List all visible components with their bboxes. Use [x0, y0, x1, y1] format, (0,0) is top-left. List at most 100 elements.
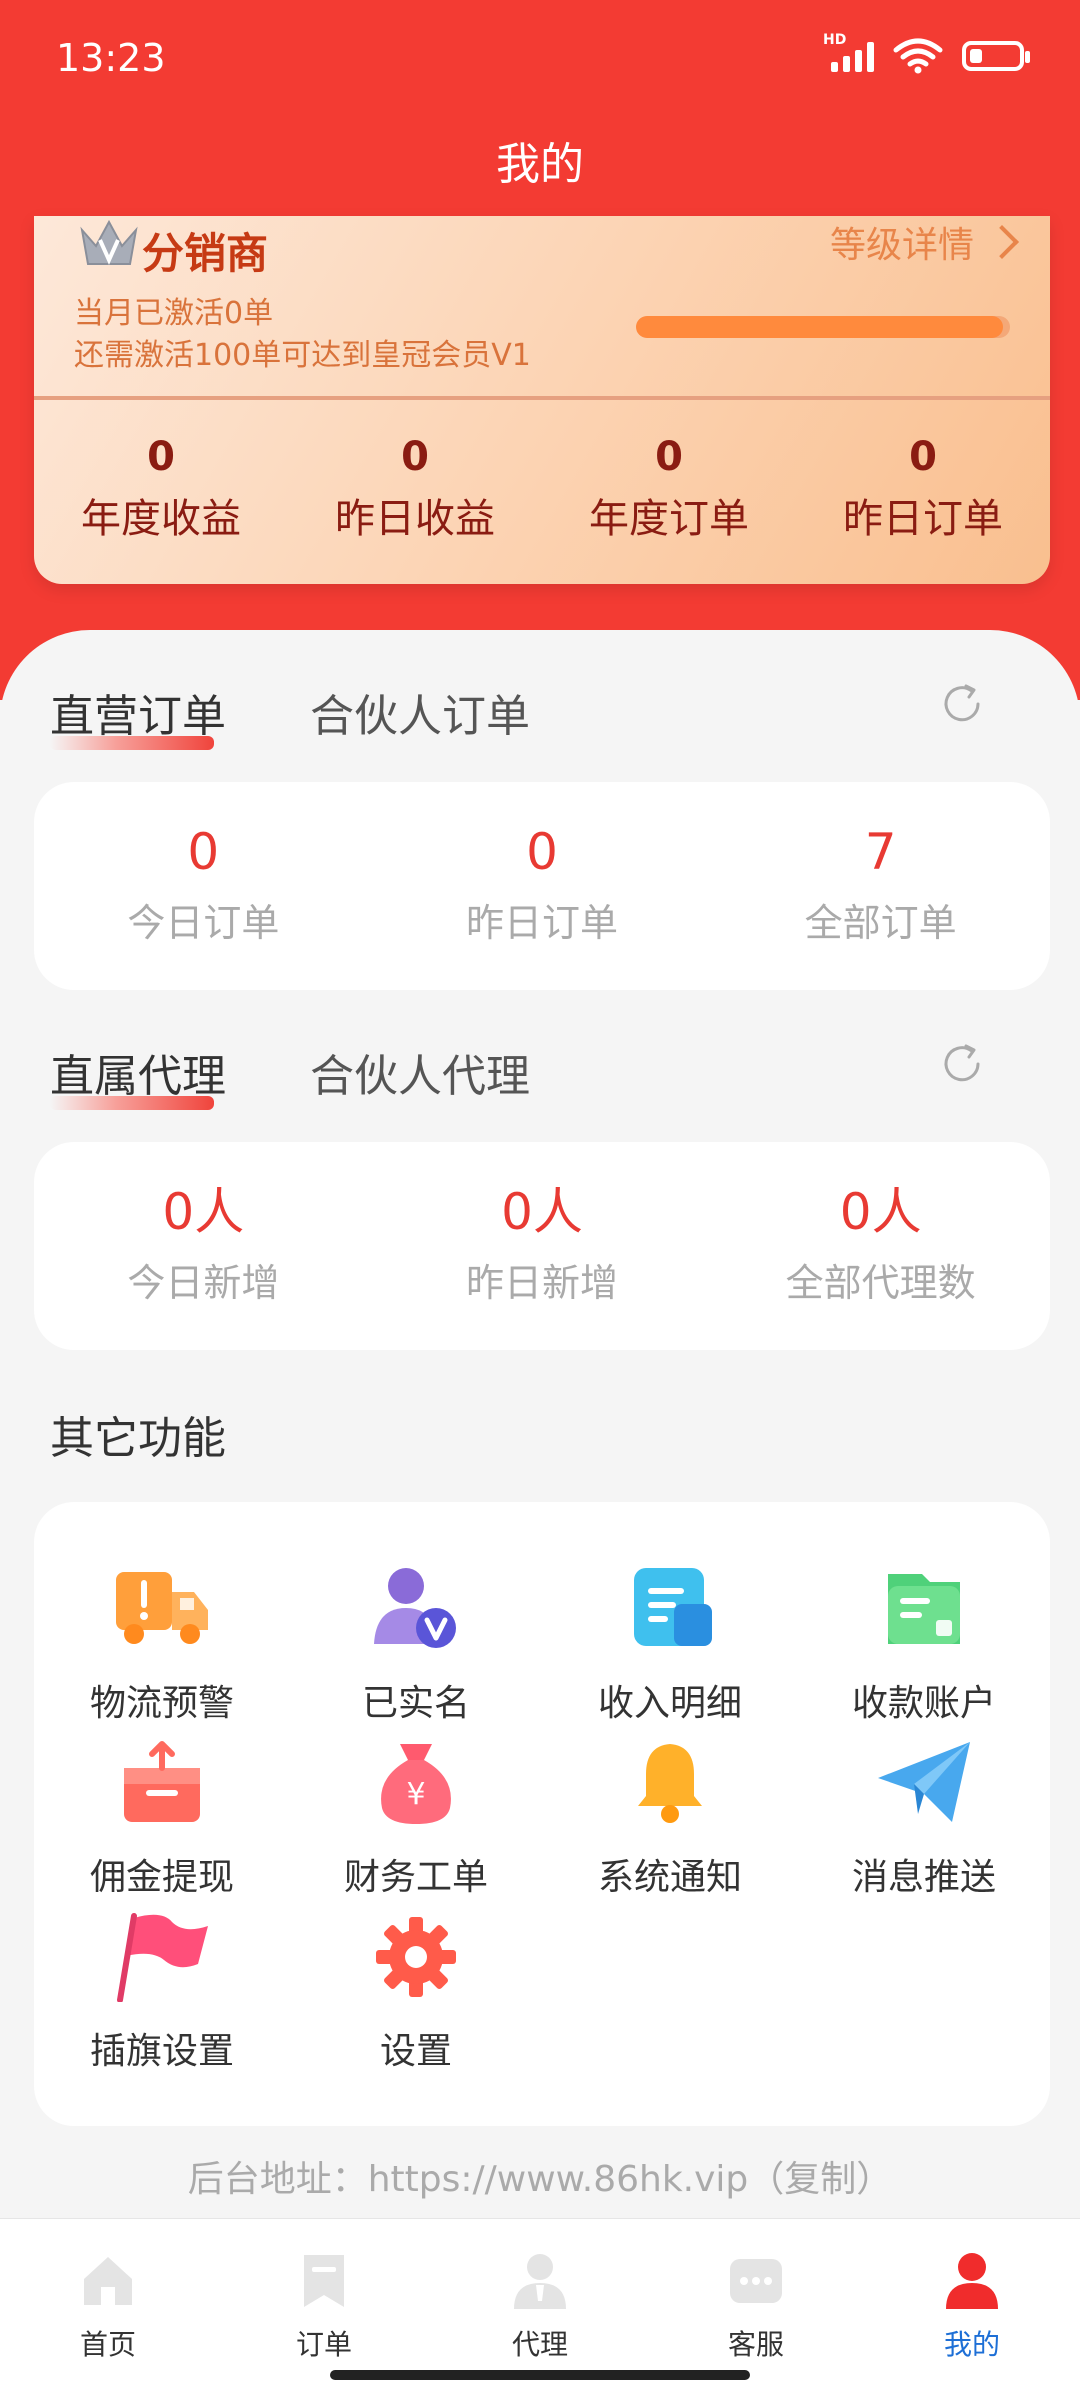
income-doc-icon — [634, 1568, 712, 1646]
func-verified[interactable]: 已实名 — [288, 1564, 544, 1726]
stat-label: 昨日订单 — [843, 496, 1003, 542]
status-time: 13:23 — [56, 36, 166, 80]
stat-today-new-agents[interactable]: 0人 今日新增 — [34, 1142, 373, 1350]
nav-label: 订单 — [295, 2328, 352, 2361]
func-label: 已实名 — [361, 1683, 470, 1724]
crown-icon — [80, 219, 138, 265]
stat-value: 0 — [655, 434, 683, 480]
stat-value: 0人 — [839, 1183, 922, 1241]
stat-label: 今日新增 — [127, 1261, 280, 1305]
refresh-icon[interactable] — [938, 1040, 986, 1088]
backend-address-copy[interactable]: 后台地址：https://www.86hk.vip（复制） — [0, 2150, 1080, 2202]
upgrade-hint-text: 还需激活100单可达到皇冠会员V1 — [74, 338, 531, 373]
chat-icon — [730, 2259, 782, 2303]
order-stats-box: 0 今日订单 0 昨日订单 7 全部订单 — [34, 782, 1050, 990]
gear-icon — [376, 1917, 456, 1997]
func-commission-withdraw[interactable]: 佣金提现 — [34, 1738, 290, 1900]
stat-value: 0 — [909, 434, 937, 480]
func-label: 收款账户 — [851, 1683, 996, 1724]
agent-tabs: 直属代理 合伙人代理 — [50, 1040, 1030, 1120]
chevron-right-icon — [985, 225, 1019, 259]
stat-label: 昨日订单 — [466, 901, 619, 945]
tab-partner-orders[interactable]: 合伙人订单 — [310, 680, 530, 744]
func-label: 佣金提现 — [89, 1857, 234, 1898]
nav-customer-service[interactable]: 客服 — [648, 2231, 864, 2363]
other-functions-grid: 物流预警 已实名 收入明细 收款账户 佣金提现 ¥ 财务工单 系统通知 消息推送… — [34, 1502, 1050, 2126]
stat-all-orders[interactable]: 7 全部订单 — [711, 782, 1050, 990]
level-detail-link[interactable]: 等级详情 — [829, 216, 1019, 268]
card-divider — [34, 396, 1050, 400]
signal-icon: HD — [823, 32, 874, 72]
refresh-icon[interactable] — [938, 680, 986, 728]
stat-value: 7 — [864, 823, 897, 881]
stat-value: 0人 — [501, 1183, 583, 1241]
tab-direct-agents[interactable]: 直属代理 — [50, 1040, 226, 1110]
earnings-stats: 0 年度收益 0 昨日收益 0 年度订单 0 昨日订单 — [34, 432, 1050, 544]
stat-value: 0 — [147, 434, 175, 480]
other-functions-title: 其它功能 — [50, 1413, 226, 1464]
func-label: 设置 — [379, 2031, 452, 2072]
member-level-card: 分销商 等级详情 当月已激活0单 还需激活100单可达到皇冠会员V1 0 年度收… — [34, 216, 1050, 584]
stat-label: 年度收益 — [81, 496, 241, 542]
network-type: HD — [823, 32, 847, 48]
status-icons: HD — [823, 32, 1030, 74]
stat-yesterday-new-agents[interactable]: 0人 昨日新增 — [373, 1142, 712, 1350]
svg-text:¥: ¥ — [406, 1777, 425, 1812]
agent-icon — [514, 2254, 566, 2309]
stat-yesterday-earnings[interactable]: 0 昨日收益 — [288, 432, 542, 544]
func-payment-account[interactable]: 收款账户 — [796, 1564, 1052, 1726]
func-logistics-warning[interactable]: 物流预警 — [34, 1564, 290, 1726]
level-progress-fill — [636, 316, 1003, 338]
stat-today-orders[interactable]: 0 今日订单 — [34, 782, 373, 990]
paper-plane-icon — [878, 1742, 970, 1822]
home-indicator — [330, 2370, 750, 2380]
nav-label: 客服 — [727, 2328, 784, 2361]
stat-label: 昨日收益 — [335, 496, 495, 542]
tab-label: 直属代理 — [50, 1051, 226, 1102]
order-tabs: 直营订单 合伙人订单 — [50, 680, 1030, 760]
member-level-name: 分销商 — [142, 229, 269, 278]
money-bag-icon: ¥ — [381, 1744, 451, 1824]
tab-partner-agents[interactable]: 合伙人代理 — [310, 1040, 530, 1104]
agent-stats-box: 0人 今日新增 0人 昨日新增 0人 全部代理数 — [34, 1142, 1050, 1350]
stat-yesterday-orders[interactable]: 0 昨日订单 — [796, 432, 1050, 544]
page-title: 我的 — [496, 139, 584, 190]
func-income-details[interactable]: 收入明细 — [542, 1564, 798, 1726]
func-label: 消息推送 — [851, 1857, 996, 1898]
bell-icon — [638, 1744, 702, 1823]
nav-label: 首页 — [79, 2328, 136, 2361]
nav-orders[interactable]: 订单 — [216, 2231, 432, 2363]
flag-icon — [117, 1913, 208, 2003]
stat-label: 今日订单 — [127, 901, 280, 945]
stat-label: 昨日新增 — [466, 1261, 619, 1305]
tab-label: 直营订单 — [50, 691, 226, 742]
func-system-notice[interactable]: 系统通知 — [542, 1738, 798, 1900]
stat-yesterday-orders[interactable]: 0 昨日订单 — [373, 782, 712, 990]
activated-count-text: 当月已激活0单 — [74, 296, 274, 331]
nav-profile[interactable]: 我的 — [864, 2231, 1080, 2363]
func-settings[interactable]: 设置 — [288, 1912, 544, 2074]
level-detail-label: 等级详情 — [829, 225, 974, 266]
func-finance-ticket[interactable]: ¥ 财务工单 — [288, 1738, 544, 1900]
nav-home[interactable]: 首页 — [0, 2231, 216, 2363]
tab-direct-orders[interactable]: 直营订单 — [50, 680, 226, 750]
nav-label: 我的 — [943, 2328, 1000, 2361]
stat-annual-earnings[interactable]: 0 年度收益 — [34, 432, 288, 544]
wifi-icon — [893, 38, 943, 74]
stat-label: 全部代理数 — [785, 1261, 976, 1305]
stat-annual-orders[interactable]: 0 年度订单 — [542, 432, 796, 544]
stat-label: 年度订单 — [589, 496, 749, 542]
verified-user-icon — [374, 1568, 456, 1648]
stat-value: 0 — [401, 434, 429, 480]
level-progress-bar — [636, 316, 1010, 338]
func-flag-settings[interactable]: 插旗设置 — [34, 1912, 290, 2074]
home-icon — [84, 2257, 132, 2305]
func-message-push[interactable]: 消息推送 — [796, 1738, 1052, 1900]
func-label: 物流预警 — [89, 1683, 234, 1724]
status-bar: 13:23 HD — [0, 0, 1080, 120]
withdraw-box-icon — [124, 1741, 200, 1822]
nav-agents[interactable]: 代理 — [432, 2231, 648, 2363]
stat-total-agents[interactable]: 0人 全部代理数 — [711, 1142, 1050, 1350]
truck-warning-icon — [116, 1572, 208, 1644]
func-label: 财务工单 — [343, 1857, 488, 1898]
